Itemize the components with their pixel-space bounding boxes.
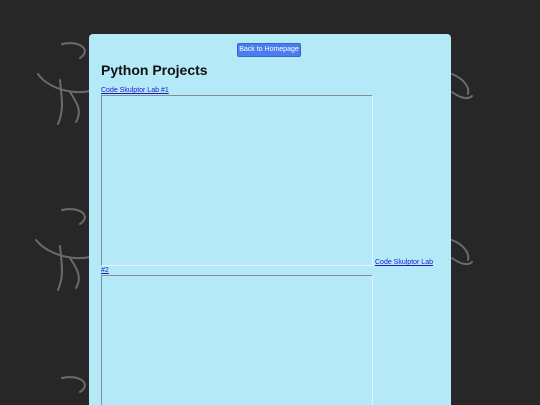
project-link-lab-1[interactable]: Code Skulptor Lab #1 [101, 87, 169, 94]
project-link-lab-2[interactable]: Code Skulptor Lab [375, 259, 433, 266]
project-frame-lab-2[interactable] [101, 275, 373, 405]
page-title: Python Projects [101, 62, 208, 78]
back-to-homepage-button[interactable]: Back to Homepage [237, 43, 301, 57]
content-panel: Back to Homepage Python Projects Code Sk… [89, 34, 451, 405]
project-link-lab-2-continued[interactable]: #2 [101, 267, 109, 274]
project-frame-lab-1[interactable] [101, 95, 373, 266]
